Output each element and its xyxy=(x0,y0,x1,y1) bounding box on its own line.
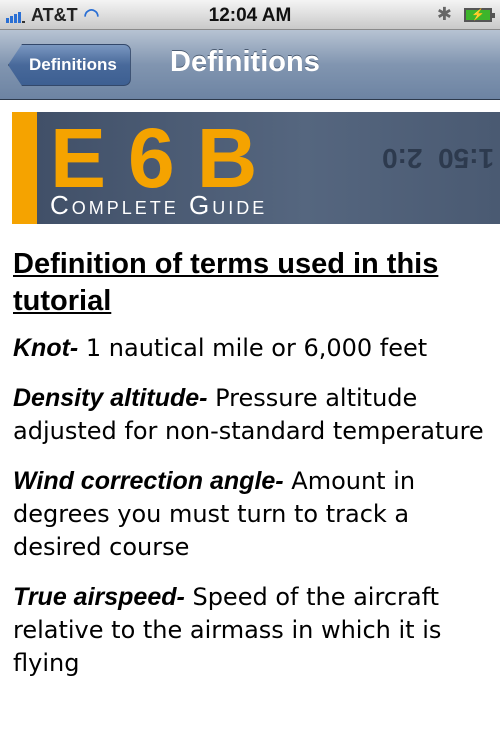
e6b-banner-logo: 1:50 2:0 E6B Complete Guide xyxy=(12,112,500,224)
back-button[interactable]: Definitions xyxy=(8,44,131,86)
term: Density altitude- xyxy=(13,384,208,412)
definition-item: Density altitude- Pressure altitude adju… xyxy=(13,382,490,448)
navigation-bar: Definitions Definitions xyxy=(0,30,500,100)
definitions-content: Definition of terms used in this tutoria… xyxy=(13,246,490,697)
definition-item: Knot- 1 nautical mile or 6,000 feet xyxy=(13,332,490,365)
term: Wind correction angle- xyxy=(13,467,284,495)
definition-item: True airspeed- Speed of the aircraft rel… xyxy=(13,581,490,680)
bluetooth-icon: ✱ xyxy=(436,4,452,24)
definition-item: Wind correction angle- Amount in degrees… xyxy=(13,465,490,564)
term: True airspeed- xyxy=(13,583,185,611)
section-heading: Definition of terms used in this tutoria… xyxy=(13,248,439,317)
status-bar: AT&T ◠ 12:04 AM ✱ ⚡ xyxy=(0,0,500,30)
page-title: Definitions xyxy=(170,46,320,78)
banner-stripe xyxy=(12,112,37,224)
battery-charging-icon: ⚡ xyxy=(464,7,495,22)
term-definition: 1 nautical mile or 6,000 feet xyxy=(78,334,428,362)
term: Knot- xyxy=(13,334,79,362)
clock: 12:04 AM xyxy=(208,5,292,26)
banner-logo-subtitle: Complete Guide xyxy=(50,190,268,220)
banner-dial-decoration: 1:50 2:0 xyxy=(382,143,495,174)
